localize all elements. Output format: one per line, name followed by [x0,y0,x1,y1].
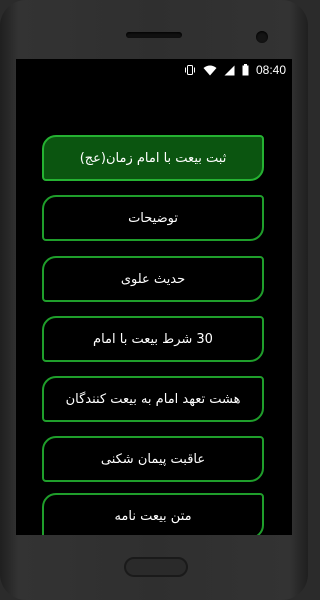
app-screen: 08:40 ثبت بیعت با امام زمان(عج) توضیحات … [16,59,292,535]
menu-item-allegiance-text[interactable]: متن بیعت نامه [42,493,264,535]
menu-list: ثبت بیعت با امام زمان(عج) توضیحات حدیث ع… [16,81,292,535]
menu-item-register-allegiance[interactable]: ثبت بیعت با امام زمان(عج) [42,135,264,181]
menu-item-alawi-hadith[interactable]: حدیث علوی [42,256,264,302]
menu-item-label: هشت تعهد امام به بیعت کنندگان [65,391,241,407]
earpiece-speaker [126,32,182,38]
menu-item-label: حدیث علوی [120,271,186,287]
vibrate-icon [184,64,196,76]
menu-item-label: 30 شرط بیعت با امام [93,331,213,347]
menu-item-label: عاقبت پیمان شکنی [100,451,206,467]
menu-item-label: توضیحات [128,210,178,226]
wifi-icon [203,65,217,76]
menu-item-label: متن بیعت نامه [114,508,192,524]
menu-item-breaking-covenant[interactable]: عاقبت پیمان شکنی [42,436,264,482]
status-time: 08:40 [255,63,286,77]
signal-icon [224,65,235,76]
menu-item-descriptions[interactable]: توضیحات [42,195,264,241]
menu-item-label: ثبت بیعت با امام زمان(عج) [79,150,227,166]
status-bar: 08:40 [16,59,292,81]
front-camera [256,31,268,43]
menu-item-eight-commitments[interactable]: هشت تعهد امام به بیعت کنندگان [42,376,264,422]
home-button[interactable] [124,557,188,577]
menu-item-30-conditions[interactable]: 30 شرط بیعت با امام [42,316,264,362]
phone-frame: 08:40 ثبت بیعت با امام زمان(عج) توضیحات … [0,0,308,600]
battery-icon [242,64,249,76]
